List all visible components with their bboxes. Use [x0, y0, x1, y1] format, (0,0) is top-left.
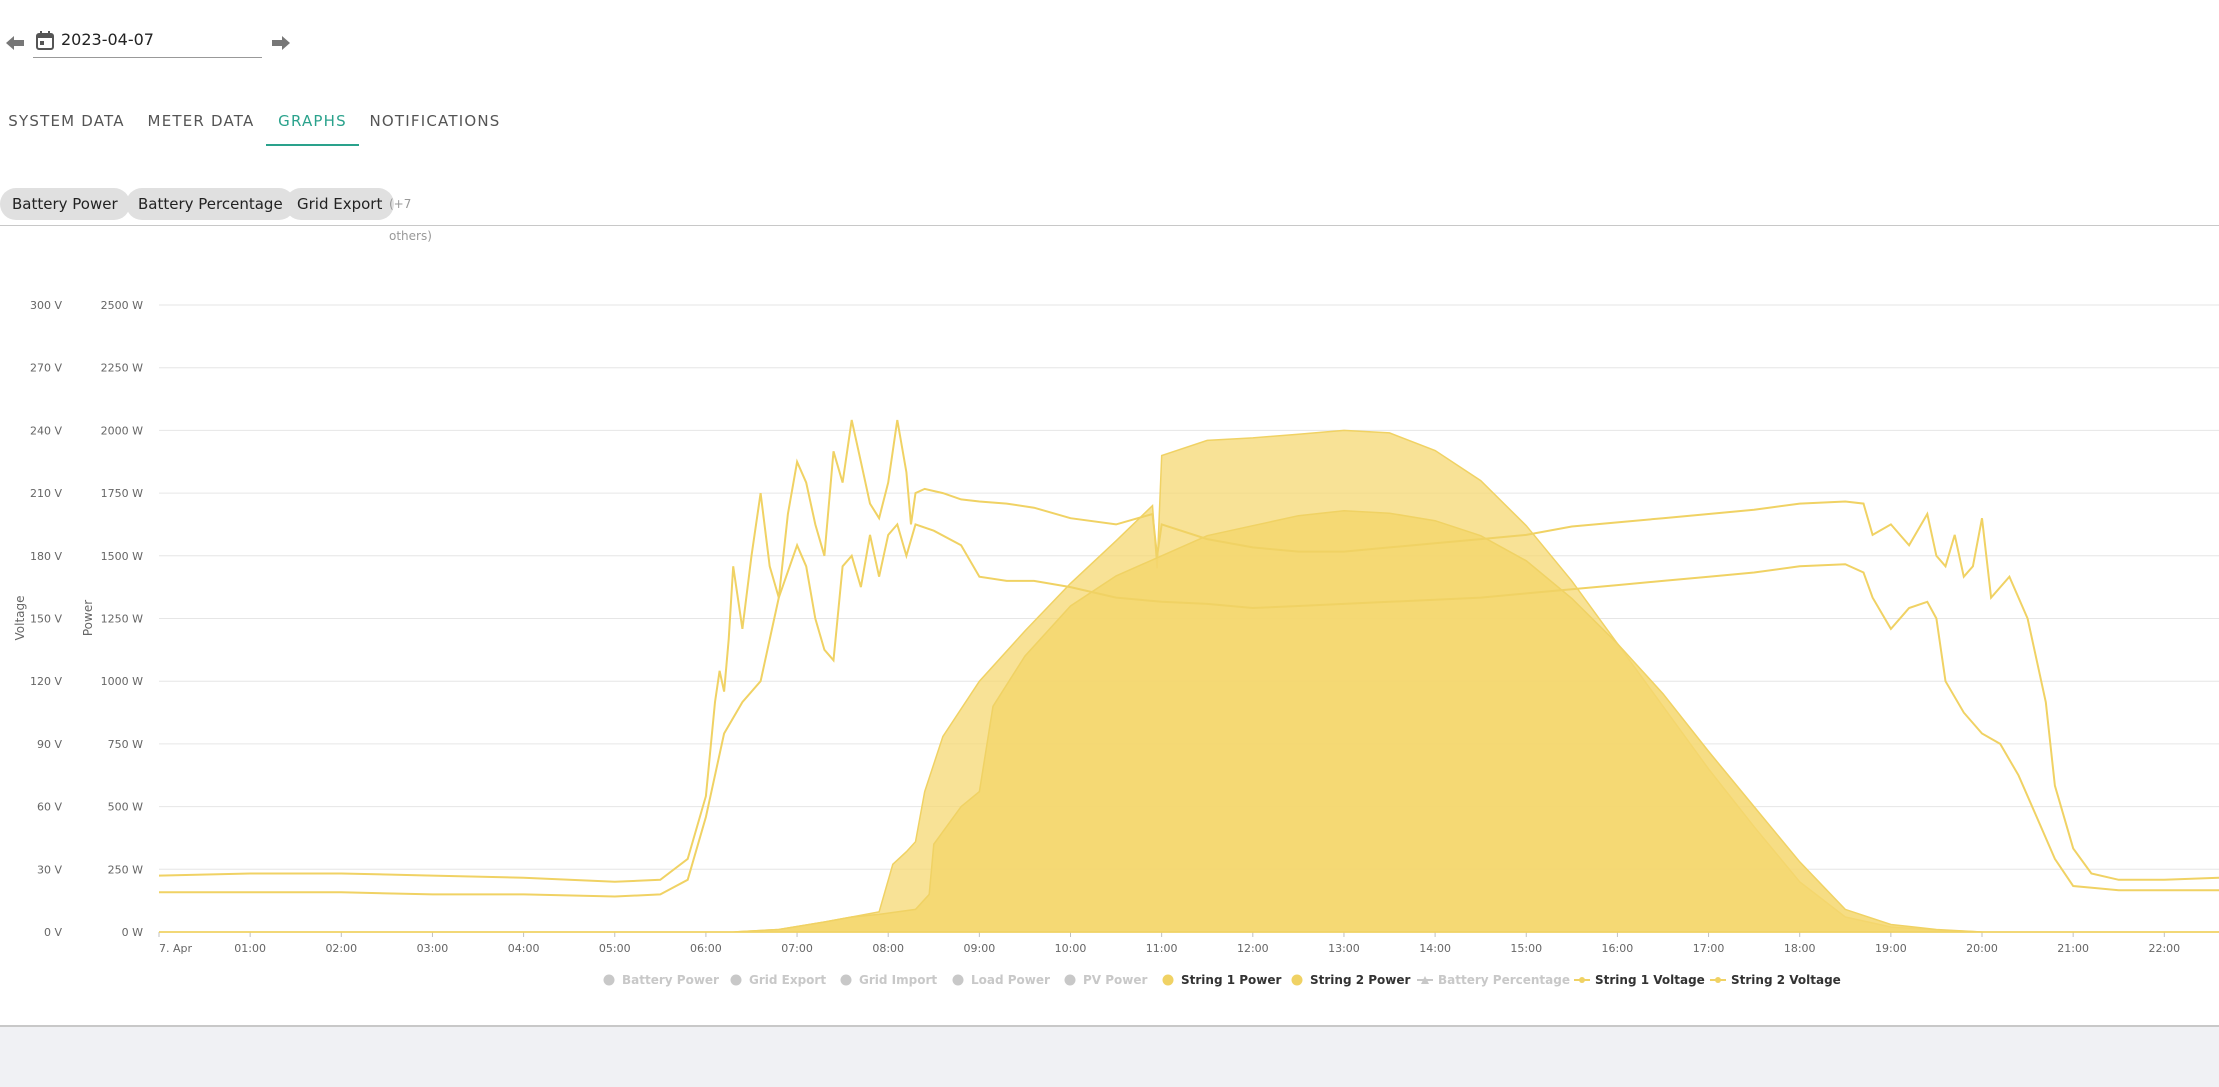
voltage-tick-label: 30 V — [37, 863, 62, 876]
legend-item[interactable]: Load Power — [971, 973, 1050, 987]
x-tick-label: 19:00 — [1875, 942, 1907, 955]
calendar-icon — [36, 31, 54, 50]
tab-notifications[interactable]: NOTIFICATIONS — [367, 106, 503, 144]
x-tick-label: 05:00 — [599, 942, 631, 955]
legend-marker — [1579, 977, 1585, 983]
power-tick-label: 250 W — [108, 863, 143, 876]
x-tick-label: 02:00 — [325, 942, 357, 955]
x-tick-label: 22:00 — [2148, 942, 2180, 955]
legend-marker — [952, 974, 964, 986]
x-tick-label: 12:00 — [1237, 942, 1269, 955]
voltage-tick-label: 180 V — [30, 550, 62, 563]
x-tick-label: 10:00 — [1055, 942, 1087, 955]
power-tick-label: 1250 W — [101, 613, 143, 626]
x-tick-label: 09:00 — [964, 942, 996, 955]
legend-marker — [603, 974, 615, 986]
voltage-tick-label: 60 V — [37, 801, 62, 814]
x-tick-label: 18:00 — [1784, 942, 1816, 955]
legend-item[interactable]: PV Power — [1083, 973, 1148, 987]
tab-graphs[interactable]: GRAPHS — [266, 106, 359, 146]
legend-item[interactable]: String 1 Voltage — [1595, 973, 1705, 987]
x-tick-label: 15:00 — [1510, 942, 1542, 955]
voltage-tick-label: 240 V — [30, 424, 62, 437]
x-tick-label: 17:00 — [1693, 942, 1725, 955]
legend-marker — [1064, 974, 1076, 986]
x-tick-label: 13:00 — [1328, 942, 1360, 955]
legend-marker — [1715, 977, 1721, 983]
x-tick-label: 7. Apr — [159, 942, 192, 955]
x-tick-label: 04:00 — [508, 942, 540, 955]
chip-battery-power[interactable]: Battery Power — [0, 188, 130, 220]
x-tick-label: 06:00 — [690, 942, 722, 955]
voltage-tick-label: 210 V — [30, 487, 62, 500]
voltage-tick-label: 90 V — [37, 738, 62, 751]
legend-marker — [1291, 974, 1303, 986]
voltage-tick-label: 300 V — [30, 299, 62, 312]
legend-item[interactable]: Battery Power — [622, 973, 719, 987]
power-tick-label: 2250 W — [101, 362, 143, 375]
legend-item[interactable]: Battery Percentage — [1438, 973, 1570, 987]
prev-day-button[interactable] — [2, 32, 28, 58]
legend-item[interactable]: Grid Export — [749, 973, 826, 987]
power-tick-label: 2000 W — [101, 424, 143, 437]
legend-item[interactable]: Grid Import — [859, 973, 937, 987]
legend-item[interactable]: String 2 Power — [1310, 973, 1411, 987]
arrow-left-icon — [6, 36, 24, 50]
x-tick-label: 21:00 — [2057, 942, 2089, 955]
power-tick-label: 1750 W — [101, 487, 143, 500]
power-tick-label: 500 W — [108, 801, 143, 814]
x-tick-label: 14:00 — [1419, 942, 1451, 955]
chart-area: 0 V 0 W 30 V 250 W 60 V 500 W 90 V 750 W 120 V 10… — [0, 226, 2219, 1025]
power-tick-label: 1000 W — [101, 675, 143, 688]
power-tick-label: 1500 W — [101, 550, 143, 563]
legend-item[interactable]: String 2 Voltage — [1731, 973, 1841, 987]
chip-battery-percentage[interactable]: Battery Percentage — [126, 188, 295, 220]
legend-marker — [730, 974, 742, 986]
chip-grid-export[interactable]: Grid Export — [285, 188, 395, 220]
voltage-axis-title: Voltage — [13, 595, 27, 640]
date-value: 2023-04-07 — [61, 30, 154, 49]
power-voltage-chart: 0 V 0 W 30 V 250 W 60 V 500 W 90 V 750 W 120 V 10… — [13, 299, 2219, 987]
voltage-tick-label: 0 V — [44, 926, 62, 939]
legend-item[interactable]: String 1 Power — [1181, 973, 1282, 987]
legend-marker — [1162, 974, 1174, 986]
next-day-button[interactable] — [268, 32, 294, 58]
x-tick-label: 16:00 — [1602, 942, 1634, 955]
x-tick-label: 11:00 — [1146, 942, 1178, 955]
power-tick-label: 0 W — [122, 926, 143, 939]
power-tick-label: 750 W — [108, 738, 143, 751]
date-bar: 2023-04-07 — [0, 28, 300, 62]
x-tick-label: 07:00 — [781, 942, 813, 955]
x-tick-label: 08:00 — [872, 942, 904, 955]
power-tick-label: 2500 W — [101, 299, 143, 312]
power-axis-title: Power — [81, 600, 95, 636]
legend-marker — [840, 974, 852, 986]
x-tick-label: 01:00 — [234, 942, 266, 955]
voltage-tick-label: 150 V — [30, 613, 62, 626]
x-tick-label: 20:00 — [1966, 942, 1998, 955]
voltage-tick-label: 120 V — [30, 675, 62, 688]
voltage-tick-label: 270 V — [30, 362, 62, 375]
tab-meter-data[interactable]: METER DATA — [141, 106, 261, 144]
footer-bar — [0, 1025, 2219, 1087]
tab-system-data[interactable]: SYSTEM DATA — [0, 106, 133, 144]
date-input[interactable]: 2023-04-07 — [33, 28, 262, 58]
x-tick-label: 03:00 — [417, 942, 449, 955]
arrow-right-icon — [272, 36, 290, 50]
